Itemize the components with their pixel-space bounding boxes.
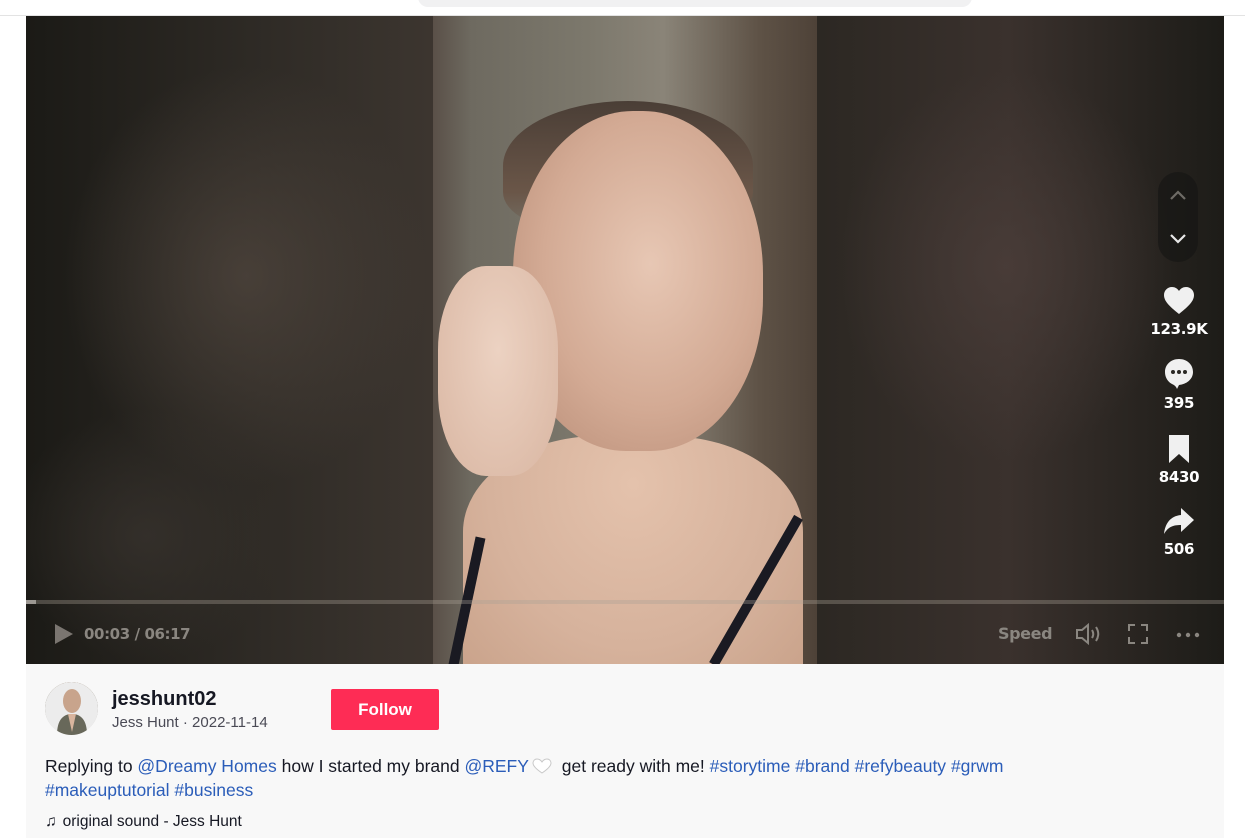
bookmark-icon: [1169, 435, 1189, 463]
avatar[interactable]: [45, 682, 98, 735]
hashtag-link[interactable]: #refybeauty: [855, 756, 946, 776]
hashtag-link[interactable]: #storytime: [710, 756, 791, 776]
progress-fill: [26, 600, 36, 604]
time-display: 00:03 / 06:17: [84, 625, 191, 643]
comment-count: 395: [1163, 394, 1195, 412]
save-count: 8430: [1158, 468, 1200, 486]
separator: ·: [178, 714, 193, 731]
save-button[interactable]: 8430: [1146, 434, 1212, 486]
play-icon: [55, 624, 73, 644]
volume-button[interactable]: [1074, 622, 1102, 646]
video-caption: Replying to @Dreamy Homes how I started …: [45, 754, 1145, 802]
sound-link[interactable]: ♫ original sound - Jess Hunt: [45, 813, 242, 831]
share-count: 506: [1163, 540, 1195, 558]
caption-text: Replying to: [45, 756, 138, 776]
hashtag-link[interactable]: #grwm: [951, 756, 1004, 776]
sound-label: original sound - Jess Hunt: [62, 813, 242, 830]
heart-icon: [1164, 287, 1194, 314]
author-subline: Jess Hunt · 2022-11-14: [112, 714, 268, 731]
volume-icon: [1076, 622, 1100, 646]
more-icon: [1176, 632, 1200, 638]
avatar-image: [45, 682, 98, 735]
hashtag-link[interactable]: #brand: [795, 756, 850, 776]
player-controls: 00:03 / 06:17 Speed: [26, 616, 1224, 652]
video-player[interactable]: 123.9K 395 8430 506 00:03 / 06:17 Speed: [26, 16, 1224, 664]
hashtag-link[interactable]: #makeuptutorial: [45, 780, 170, 800]
fullscreen-icon: [1128, 624, 1148, 644]
caption-text: how I started my brand: [276, 756, 465, 776]
follow-button[interactable]: Follow: [331, 689, 439, 730]
video-frame[interactable]: [433, 16, 817, 664]
hashtag-link[interactable]: #business: [174, 780, 253, 800]
progress-bar[interactable]: [26, 600, 1224, 604]
author-username[interactable]: jesshunt02: [112, 688, 216, 711]
chevron-up-icon: [1170, 190, 1186, 200]
comment-icon: [1165, 359, 1193, 389]
video-navigation: [1158, 172, 1198, 262]
video-info: jesshunt02 Jess Hunt · 2022-11-14 Follow…: [26, 664, 1224, 838]
search-bar[interactable]: [418, 0, 972, 7]
mention-link[interactable]: @Dreamy Homes: [137, 756, 276, 776]
like-count: 123.9K: [1150, 320, 1208, 338]
next-video-button[interactable]: [1158, 219, 1198, 259]
post-date: 2022-11-14: [192, 714, 268, 731]
top-bar: [0, 0, 1245, 16]
video-content: [438, 266, 558, 476]
caption-text: get ready with me!: [556, 756, 710, 776]
chevron-down-icon: [1170, 234, 1186, 244]
author-display-name: Jess Hunt: [112, 714, 179, 731]
like-button[interactable]: 123.9K: [1146, 286, 1212, 338]
previous-video-button[interactable]: [1158, 175, 1198, 215]
fullscreen-button[interactable]: [1126, 622, 1154, 646]
white-heart-emoji-icon: [532, 758, 552, 774]
comment-button[interactable]: 395: [1146, 358, 1212, 412]
share-button[interactable]: 506: [1146, 506, 1212, 558]
music-note-icon: ♫: [45, 813, 57, 830]
more-options-button[interactable]: [1174, 622, 1202, 646]
mention-link[interactable]: @REFY: [464, 756, 528, 776]
share-icon: [1164, 508, 1194, 534]
speed-button[interactable]: Speed: [998, 624, 1053, 643]
play-button[interactable]: [52, 622, 76, 646]
